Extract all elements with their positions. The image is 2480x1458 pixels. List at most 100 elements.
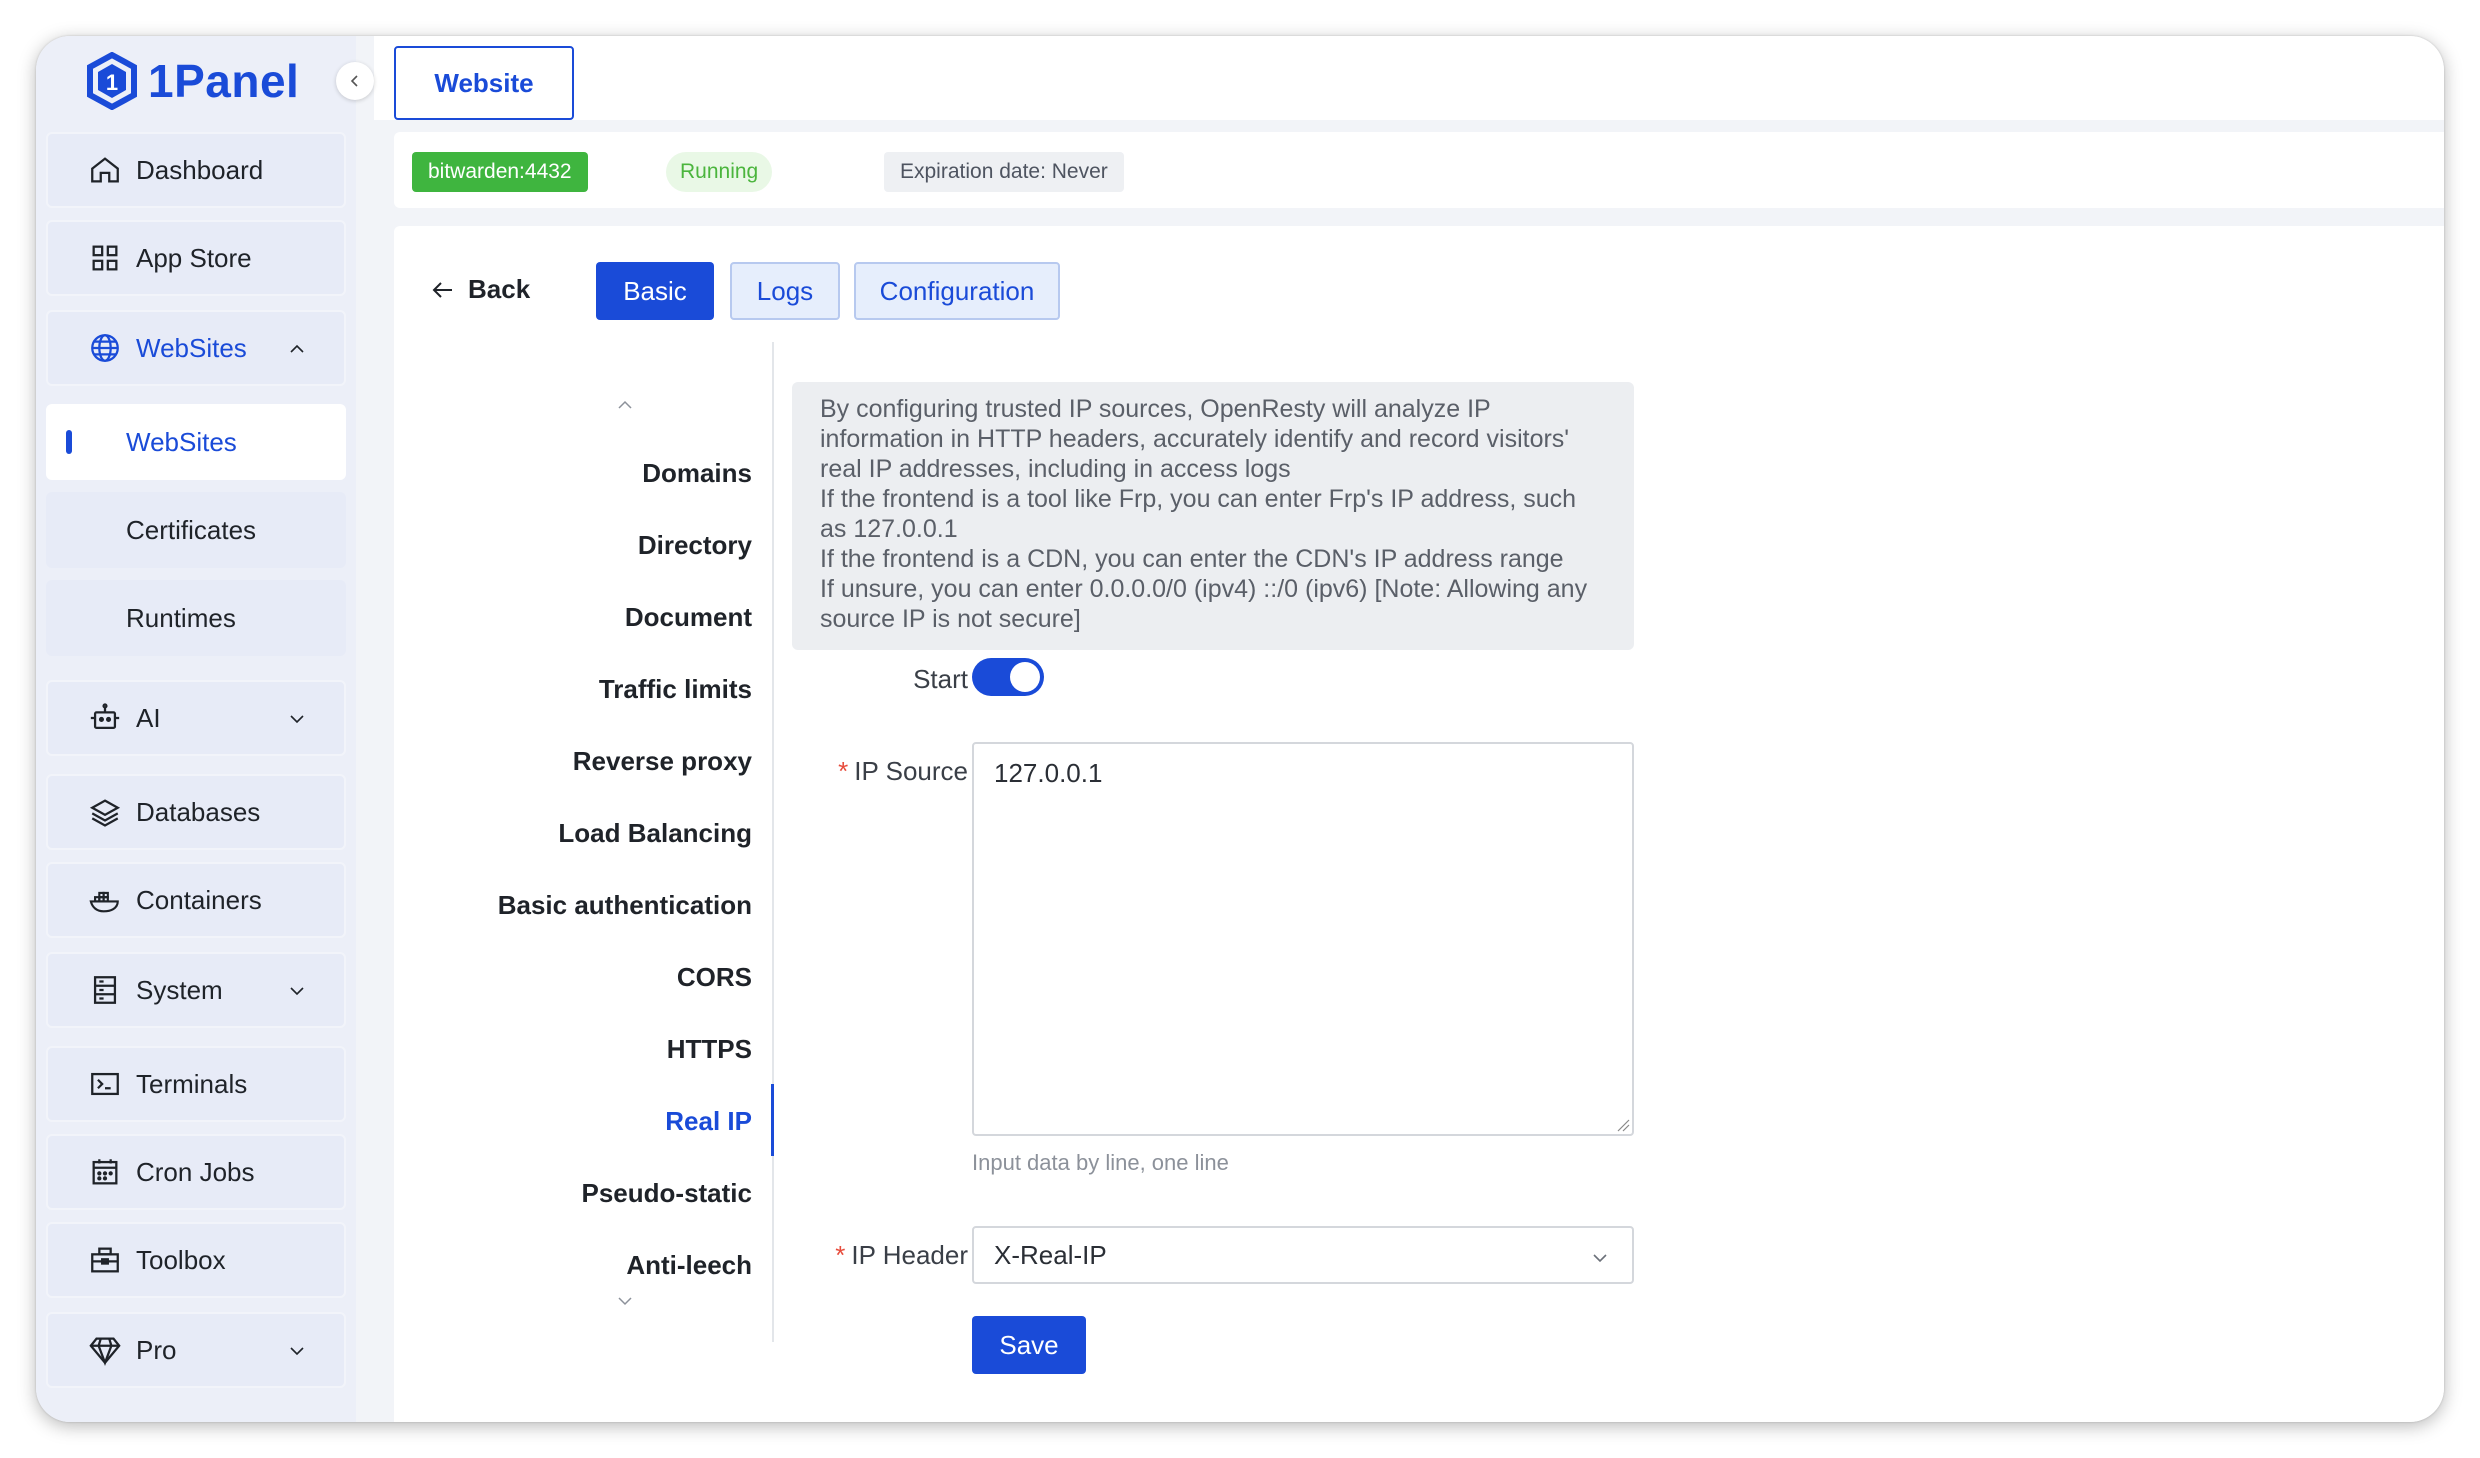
main-panel: Back Basic Logs Configuration Domains Di…: [394, 226, 2444, 1422]
chevron-down-icon: [290, 1347, 304, 1356]
sidebar-subitem-label: Runtimes: [126, 602, 236, 633]
sidebar-item-label: AI: [136, 702, 161, 733]
menu-item-reverse-proxy[interactable]: Reverse proxy: [573, 746, 752, 777]
toggle-knob: [1010, 662, 1040, 692]
tab-logs[interactable]: Logs: [730, 262, 840, 320]
tip-line: By configuring trusted IP sources, OpenR…: [820, 395, 1491, 423]
menu-item-https[interactable]: HTTPS: [667, 1034, 752, 1065]
sidebar-item-containers[interactable]: Containers: [46, 862, 346, 938]
required-mark: *: [838, 756, 849, 786]
layers-icon: [88, 795, 122, 829]
sidebar-subitem-websites[interactable]: WebSites: [46, 404, 346, 480]
real-ip-tip: By configuring trusted IP sources, OpenR…: [792, 382, 1634, 650]
tab-configuration[interactable]: Configuration: [854, 262, 1060, 320]
sidebar-item-databases[interactable]: Databases: [46, 774, 346, 850]
sidebar-item-label: Containers: [136, 884, 262, 915]
ip-header-select[interactable]: X-Real-IP: [972, 1226, 1634, 1284]
terminal-icon: [88, 1067, 122, 1101]
sidebar-item-label: Pro: [136, 1334, 177, 1365]
sidebar-item-pro[interactable]: Pro: [46, 1312, 346, 1388]
top-bar: [374, 36, 2444, 120]
grid-icon: [88, 241, 122, 275]
sidebar-subitem-label: Certificates: [126, 514, 257, 545]
ip-source-label-text: IP Source: [854, 756, 968, 786]
sidebar-item-system[interactable]: System: [46, 952, 346, 1028]
start-toggle[interactable]: [972, 658, 1044, 696]
tip-line: source IP is not secure]: [820, 605, 1081, 633]
globe-icon: [88, 331, 122, 365]
menu-item-traffic-limits[interactable]: Traffic limits: [599, 674, 752, 705]
tip-line: If the frontend is a CDN, you can enter …: [820, 545, 1564, 573]
site-info-bar: bitwarden:4432 Running Expiration date: …: [394, 132, 2444, 208]
sidebar-item-terminals[interactable]: Terminals: [46, 1046, 346, 1122]
sidebar-item-label: Dashboard: [136, 154, 264, 185]
sidebar-subitem-label: WebSites: [126, 426, 237, 457]
menu-item-pseudo-static[interactable]: Pseudo-static: [582, 1178, 753, 1209]
chevron-down-icon: [290, 987, 304, 996]
tip-line: information in HTTP headers, accurately …: [820, 425, 1570, 453]
sidebar-item-label: Terminals: [136, 1068, 248, 1099]
save-button[interactable]: Save: [972, 1316, 1086, 1374]
menu-item-cors[interactable]: CORS: [677, 962, 752, 993]
menu-divider: [772, 342, 774, 1342]
required-mark: *: [835, 1240, 846, 1270]
robot-icon: [88, 701, 122, 735]
app-logo[interactable]: 1 1Panel: [86, 46, 299, 116]
tip-line: as 127.0.0.1: [820, 515, 958, 543]
menu-item-domains[interactable]: Domains: [642, 458, 752, 489]
calendar-icon: [88, 1155, 122, 1189]
app-window: 1 1Panel Dashboard App Store WebSites We…: [36, 36, 2444, 1422]
arrow-left-icon: [432, 281, 452, 298]
sidebar-subitem-certificates[interactable]: Certificates: [46, 492, 346, 568]
sidebar-item-label: Toolbox: [136, 1244, 226, 1275]
menu-item-directory[interactable]: Directory: [638, 530, 752, 561]
site-name-badge: bitwarden:4432: [412, 152, 588, 192]
sidebar-item-app-store[interactable]: App Store: [46, 220, 346, 296]
start-label: Start: [913, 664, 968, 694]
ip-header-label: * IP Header: [835, 1240, 968, 1271]
svg-text:1: 1: [106, 70, 118, 95]
menu-scroll-down-icon[interactable]: [614, 1290, 636, 1312]
ip-source-textarea[interactable]: 127.0.0.1: [972, 742, 1634, 1136]
tab-basic[interactable]: Basic: [596, 262, 714, 320]
toolbox-icon: [88, 1243, 122, 1277]
menu-item-load-balancing[interactable]: Load Balancing: [558, 818, 752, 849]
sidebar-item-label: Cron Jobs: [136, 1156, 255, 1187]
server-icon: [88, 973, 122, 1007]
tab-website[interactable]: Website: [394, 46, 574, 120]
menu-scroll-up-icon[interactable]: [614, 394, 636, 416]
sidebar-item-websites[interactable]: WebSites: [46, 310, 346, 386]
resize-handle-icon[interactable]: [1616, 1118, 1630, 1132]
tip-line: real IP addresses, including in access l…: [820, 455, 1291, 483]
logo-icon: 1: [87, 52, 137, 110]
menu-item-basic-auth[interactable]: Basic authentication: [498, 890, 752, 921]
sidebar-collapse-button[interactable]: [336, 62, 374, 100]
sidebar-item-cron-jobs[interactable]: Cron Jobs: [46, 1134, 346, 1210]
app-name: 1Panel: [148, 55, 300, 107]
ip-source-value: 127.0.0.1: [994, 758, 1103, 788]
back-button[interactable]: Back: [430, 274, 530, 305]
sidebar-item-ai[interactable]: AI: [46, 680, 346, 756]
ip-header-label-text: IP Header: [851, 1240, 968, 1270]
sidebar-item-dashboard[interactable]: Dashboard: [46, 132, 346, 208]
back-label: Back: [468, 274, 531, 304]
expiration-badge: Expiration date: Never: [884, 152, 1124, 192]
chevron-down-icon: [1593, 1254, 1607, 1263]
menu-item-anti-leech[interactable]: Anti-leech: [626, 1250, 752, 1281]
sidebar-item-label: System: [136, 974, 223, 1005]
sidebar-item-label: App Store: [136, 242, 252, 273]
diamond-icon: [88, 1333, 122, 1367]
ip-source-label: * IP Source: [838, 756, 968, 787]
chevron-left-icon: [350, 75, 358, 87]
chevron-down-icon: [290, 715, 304, 724]
sidebar-subitem-runtimes[interactable]: Runtimes: [46, 580, 346, 656]
menu-item-real-ip[interactable]: Real IP: [665, 1106, 752, 1137]
sidebar-item-toolbox[interactable]: Toolbox: [46, 1222, 346, 1298]
sidebar-item-label: WebSites: [136, 332, 247, 363]
menu-item-document[interactable]: Document: [625, 602, 752, 633]
ip-header-value: X-Real-IP: [994, 1239, 1107, 1270]
sidebar: 1 1Panel Dashboard App Store WebSites We…: [36, 36, 356, 1422]
menu-active-indicator: [771, 1084, 774, 1156]
home-icon: [88, 153, 122, 187]
tip-line: If the frontend is a tool like Frp, you …: [820, 485, 1577, 513]
